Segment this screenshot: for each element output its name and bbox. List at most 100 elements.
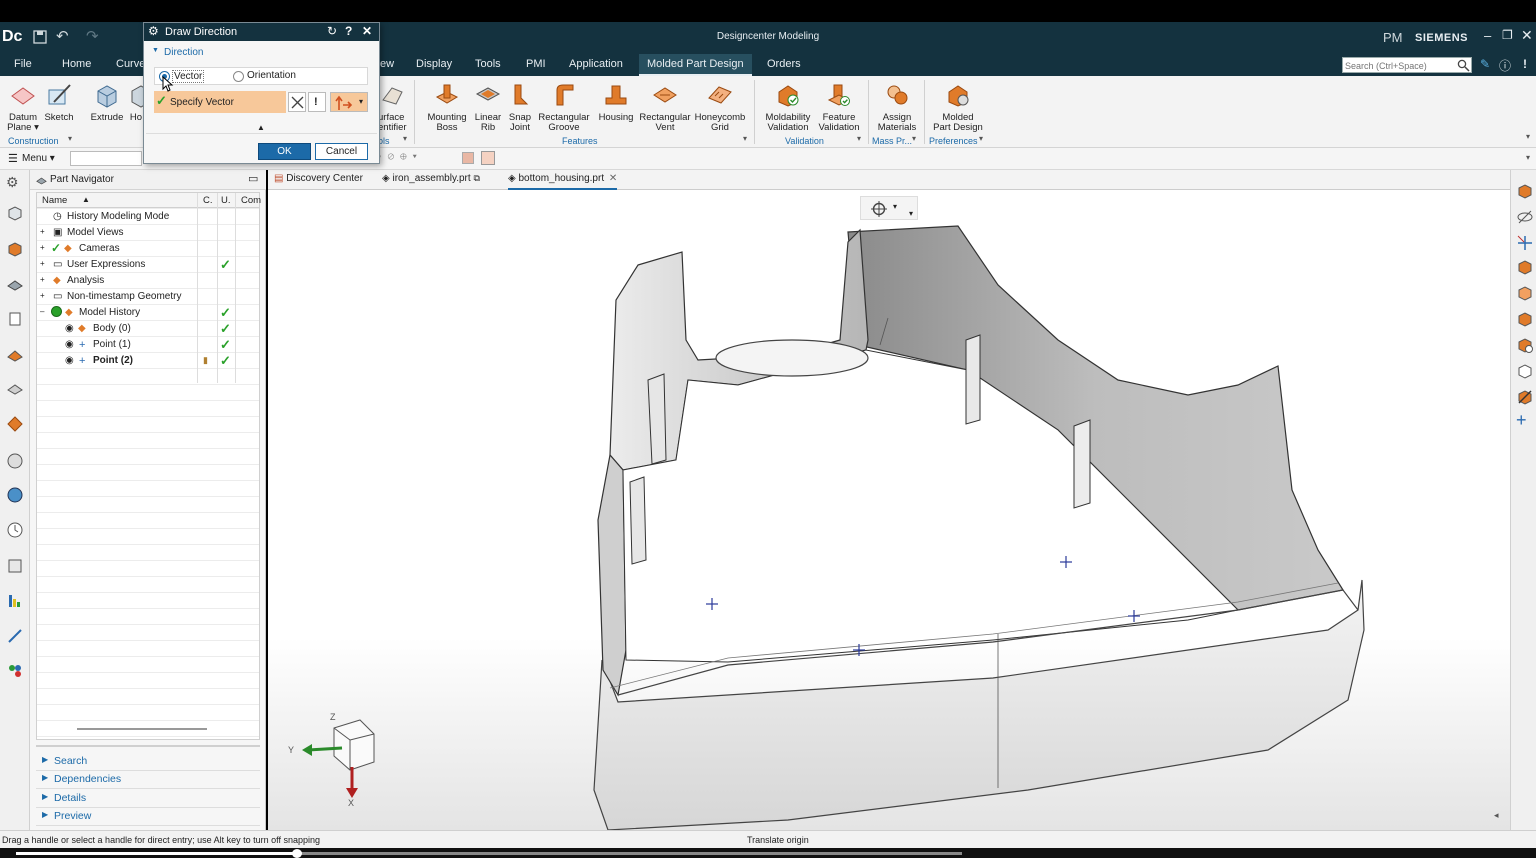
widget-menu-icon[interactable]: ▾ — [909, 209, 913, 218]
linear-rib-button[interactable]: Linear Rib — [472, 82, 504, 133]
orientation-radio[interactable] — [233, 71, 244, 82]
tools-expand-icon[interactable]: ▾ — [403, 134, 407, 143]
constraint-navigator-icon[interactable] — [6, 240, 24, 258]
menu-application[interactable]: Application — [569, 58, 623, 70]
vector-dialog-button[interactable] — [288, 92, 306, 112]
rectangular-vent-button[interactable]: Rectangular Vent — [638, 82, 692, 133]
graphics-window[interactable]: Y Z X ▾ ▾ ◂ — [268, 190, 1510, 830]
housing-model[interactable] — [268, 190, 1510, 830]
tree-row[interactable]: + ◆ Analysis — [37, 273, 273, 289]
hole-button[interactable]: Ho — [128, 82, 144, 123]
alert-icon[interactable]: ! — [1523, 57, 1527, 71]
expand-icon[interactable]: + — [40, 243, 45, 252]
tree-row[interactable]: – ◆ Model History ✓ — [37, 305, 273, 321]
preview-expand-icon[interactable]: ▶ — [42, 810, 48, 819]
validation-expand-icon[interactable]: ▾ — [857, 134, 861, 143]
menu-file[interactable]: File — [14, 58, 32, 70]
sort-ascending-icon[interactable]: ▲ — [82, 195, 90, 204]
restore-icon[interactable]: ❐ — [1502, 28, 1513, 42]
playback-scrubber[interactable] — [292, 849, 302, 858]
edit-part-icon[interactable] — [1516, 388, 1534, 406]
dialog-title-bar[interactable]: ⚙ Draw Direction ↻ ? ✕ — [144, 23, 379, 41]
dialog-close-icon[interactable]: ✕ — [362, 24, 372, 38]
part-navigator-icon[interactable] — [6, 275, 24, 293]
expand-icon[interactable]: + — [40, 275, 45, 284]
vector-radio-label[interactable]: Vector — [172, 70, 205, 83]
panel-splitter[interactable] — [36, 745, 260, 747]
tab-discovery-center[interactable]: ▤ Discovery Center — [274, 173, 363, 184]
move-icon[interactable] — [1516, 234, 1534, 252]
orientation-radio-label[interactable]: Orientation — [247, 70, 296, 81]
reverse-direction-button[interactable]: ! — [308, 92, 326, 112]
dialog-reset-icon[interactable]: ↻ — [327, 24, 337, 38]
horizontal-scrollbar[interactable] — [77, 728, 207, 730]
tree-row[interactable]: + ▭ Non-timestamp Geometry — [37, 289, 273, 305]
history-palette-icon[interactable] — [6, 415, 24, 433]
settings-gear-icon[interactable]: ⚙ — [6, 174, 24, 192]
help-icon[interactable]: ⓘ — [1499, 57, 1511, 74]
extrude-button[interactable]: Extrude — [88, 82, 126, 123]
expand-icon[interactable]: + — [40, 227, 45, 236]
tree-row[interactable]: + ▭ User Expressions ✓ — [37, 257, 273, 273]
dialog-help-icon[interactable]: ? — [345, 24, 352, 38]
user-initials[interactable]: PM — [1383, 30, 1403, 45]
collapse-icon[interactable]: – — [40, 307, 44, 316]
analysis-bars-icon[interactable] — [6, 592, 24, 610]
web-browser-icon[interactable] — [6, 380, 24, 398]
visibility-eye-icon[interactable]: ◉ — [65, 355, 74, 366]
details-expand-icon[interactable]: ▶ — [42, 792, 48, 801]
wireframe-icon[interactable] — [1516, 284, 1534, 302]
view-orientation-widget[interactable]: ▾ ▾ — [860, 196, 918, 220]
shade-icon[interactable] — [1516, 182, 1534, 200]
tree-row[interactable]: ◉ + Point (1) ✓ — [37, 337, 273, 353]
dependencies-expand-icon[interactable]: ▶ — [42, 773, 48, 782]
selection-bar-options-icon[interactable]: ▾ — [1526, 153, 1530, 162]
menu-dropdown[interactable]: Menu ▾ — [22, 153, 55, 164]
feature-validation-button[interactable]: Feature Validation — [814, 82, 864, 133]
globe-icon[interactable] — [6, 486, 24, 504]
search-section-expand-icon[interactable]: ▶ — [42, 755, 48, 764]
measure-icon[interactable] — [6, 627, 24, 645]
column-uptodate[interactable]: U. — [221, 195, 231, 206]
reuse-library-icon[interactable] — [6, 310, 24, 328]
menu-molded-part-design[interactable]: Molded Part Design — [639, 54, 752, 76]
ok-button[interactable]: OK — [258, 143, 311, 160]
tree-row[interactable]: + ▣ Model Views — [37, 225, 273, 241]
assign-materials-button[interactable]: Assign Materials — [874, 82, 920, 133]
close-window-icon[interactable]: ✕ — [1521, 27, 1533, 44]
clock-icon[interactable] — [6, 521, 24, 539]
search-section[interactable]: ▶ Search — [36, 753, 260, 771]
menu-pmi[interactable]: PMI — [526, 58, 546, 70]
section-collapse-icon[interactable]: ▼ — [152, 47, 159, 54]
menu-home[interactable]: Home — [62, 58, 91, 70]
menu-view[interactable]: ew — [380, 58, 394, 70]
tree-row[interactable]: ◉ + Point (2) ▮ ✓ — [37, 353, 273, 369]
housing-button[interactable]: Housing — [595, 82, 637, 123]
tree-row[interactable]: + ✓ ◆ Cameras — [37, 241, 273, 257]
column-name[interactable]: Name — [42, 195, 67, 206]
tab-iron-assembly[interactable]: ◈ iron_assembly.prt ⧉ — [382, 173, 480, 184]
minimize-icon[interactable]: – — [1484, 28, 1491, 43]
search-input[interactable] — [1345, 59, 1455, 72]
info-icon[interactable] — [6, 452, 24, 470]
molded-part-design-prefs-button[interactable]: Molded Part Design — [930, 82, 986, 133]
construction-expand-icon[interactable]: ▾ — [68, 134, 72, 143]
visual-reporting-icon[interactable] — [6, 662, 24, 680]
pin-icon[interactable]: ✎ — [1480, 57, 1490, 71]
shaded-edges-icon[interactable] — [1516, 258, 1534, 276]
view-triad[interactable] — [302, 719, 375, 798]
crosshair-icon[interactable] — [871, 201, 887, 217]
expand-icon[interactable]: + — [40, 291, 45, 300]
column-comment[interactable]: Com — [241, 195, 261, 206]
inferred-vector-dropdown-icon[interactable]: ▾ — [359, 97, 363, 106]
part-settings-icon[interactable] — [1516, 336, 1534, 354]
menu-orders[interactable]: Orders — [767, 58, 801, 70]
datum-plane-button[interactable]: Datum Plane ▾ — [4, 82, 42, 133]
section-view-icon[interactable] — [1516, 362, 1534, 380]
viewport-options-icon[interactable]: ◂ — [1494, 810, 1499, 821]
solid-view-icon[interactable] — [1516, 310, 1534, 328]
visibility-eye-icon[interactable]: ◉ — [65, 323, 74, 334]
specify-vector-row[interactable]: ✓ Specify Vector — [154, 91, 286, 113]
menu-curve[interactable]: Curve — [116, 58, 145, 70]
mounting-boss-button[interactable]: Mounting Boss — [424, 82, 470, 133]
